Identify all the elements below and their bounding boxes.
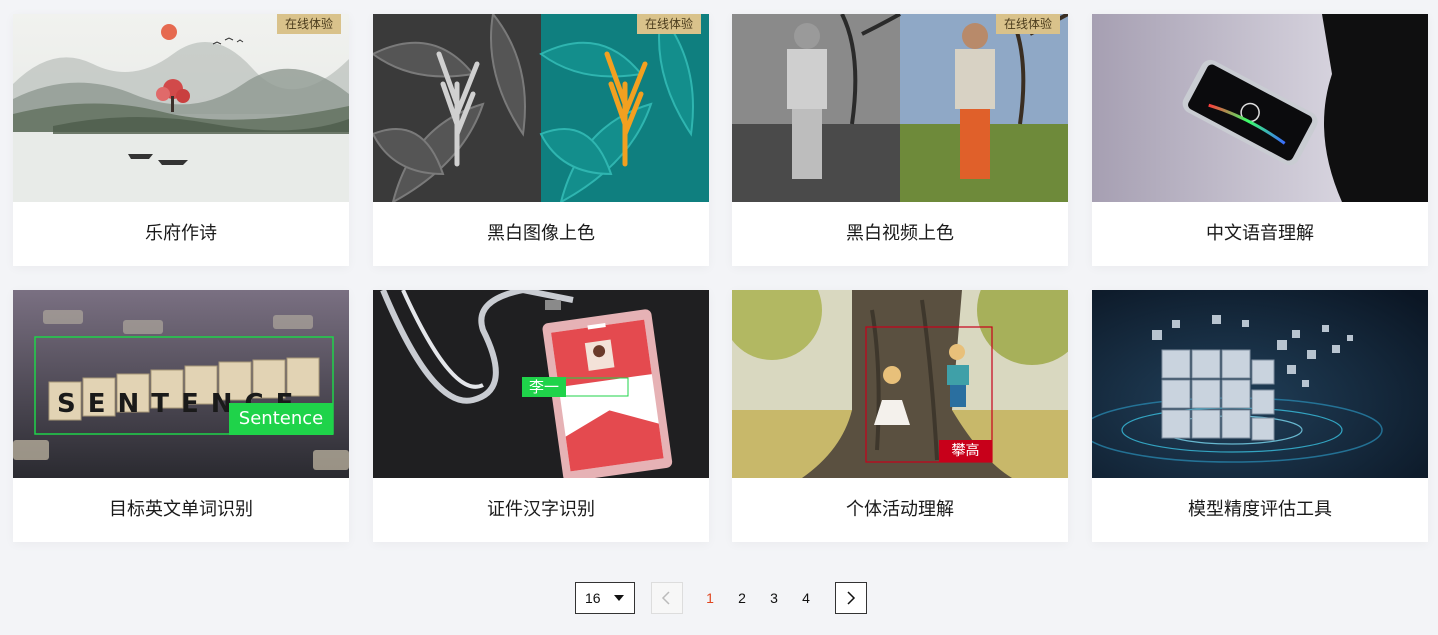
- online-trial-badge[interactable]: 在线体验: [995, 14, 1060, 34]
- card-title: 个体活动理解: [846, 499, 954, 520]
- page-1[interactable]: 1: [694, 582, 726, 614]
- page-size-select[interactable]: 16: [575, 582, 635, 614]
- detected-action-label: 攀高: [939, 440, 992, 462]
- online-trial-badge[interactable]: 在线体验: [636, 14, 701, 34]
- online-trial-badge[interactable]: 在线体验: [276, 14, 341, 34]
- card-image: [1092, 290, 1428, 478]
- card-id-chinese-ocr[interactable]: 李一 证件汉字识别: [373, 290, 709, 542]
- page-3[interactable]: 3: [758, 582, 790, 614]
- prev-page-button[interactable]: [651, 582, 683, 614]
- video-frame-image: [732, 14, 1068, 202]
- next-page-button[interactable]: [835, 582, 867, 614]
- card-title: 中文语音理解: [1206, 223, 1314, 244]
- page-2[interactable]: 2: [726, 582, 758, 614]
- phone-voice-image: [1092, 14, 1428, 202]
- card-yuefu-poetry[interactable]: 在线体验 乐府作诗: [13, 14, 349, 266]
- card-individual-activity[interactable]: 攀高 个体活动理解: [732, 290, 1068, 542]
- tree-climbing-image: [732, 290, 1068, 478]
- caret-down-icon: [614, 595, 624, 601]
- card-bw-image-colorize[interactable]: 在线体验 黑白图像上色: [373, 14, 709, 266]
- leaf-flower-image: [373, 14, 709, 202]
- card-title: 乐府作诗: [145, 223, 217, 244]
- card-image: 在线体验: [13, 14, 349, 202]
- chevron-left-icon: [661, 591, 670, 605]
- card-english-word-recognition[interactable]: SENTENCE Sentence 目标英文单词识别: [13, 290, 349, 542]
- card-bw-video-colorize[interactable]: 在线体验 黑白视频上色: [732, 14, 1068, 266]
- card-title: 目标英文单词识别: [109, 499, 253, 520]
- scrabble-tiles-image: SENTENCE: [13, 290, 349, 478]
- ink-landscape-image: [13, 14, 349, 202]
- card-image: SENTENCE Sentence: [13, 290, 349, 478]
- card-image: 李一: [373, 290, 709, 478]
- card-title: 黑白图像上色: [487, 223, 595, 244]
- card-chinese-speech[interactable]: 中文语音理解: [1092, 14, 1428, 266]
- card-image: [1092, 14, 1428, 202]
- chevron-right-icon: [847, 591, 856, 605]
- data-cube-image: [1092, 290, 1428, 478]
- card-image: 攀高: [732, 290, 1068, 478]
- card-title: 模型精度评估工具: [1188, 499, 1332, 520]
- card-title: 黑白视频上色: [846, 223, 954, 244]
- page-4[interactable]: 4: [790, 582, 822, 614]
- detected-word-label: Sentence: [229, 403, 333, 435]
- detected-name-label: 李一: [522, 377, 566, 397]
- card-model-accuracy-tool[interactable]: 模型精度评估工具: [1092, 290, 1428, 542]
- card-title: 证件汉字识别: [487, 499, 595, 520]
- card-image: 在线体验: [732, 14, 1068, 202]
- page-size-value: 16: [585, 590, 601, 606]
- card-image: 在线体验: [373, 14, 709, 202]
